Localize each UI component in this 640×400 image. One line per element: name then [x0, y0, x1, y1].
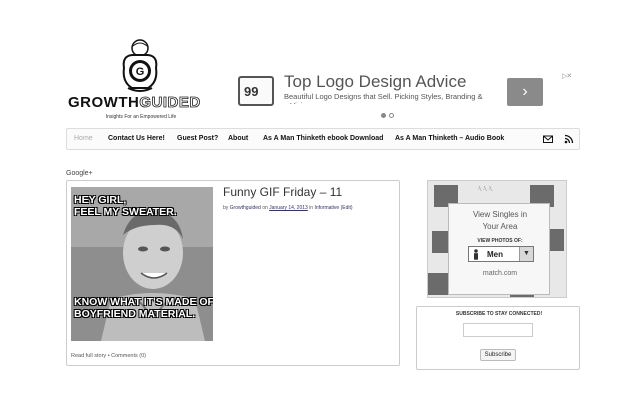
subscribe-widget: SUBSCRIBE TO STAY CONNECTED! Subscribe [416, 306, 580, 370]
rss-icon[interactable] [564, 134, 574, 144]
ad-dot[interactable] [389, 113, 394, 118]
meme-top-line-1: HEY GIRL, [74, 194, 127, 206]
post-title[interactable]: Funny GIF Friday – 11 [223, 185, 342, 199]
ad-banner[interactable]: 99 Top Logo Design Advice Beautiful Logo… [236, 70, 576, 118]
post-category-link[interactable]: Informative [314, 205, 339, 211]
nav-home[interactable]: Home [74, 135, 93, 142]
footer-separator: • [107, 353, 110, 359]
logo-word-secondary: GUIDED [139, 94, 201, 112]
meta-on: on [262, 205, 268, 211]
subscribe-button[interactable]: Subscribe [480, 349, 516, 361]
nav-ebook[interactable]: As A Man Thinketh ebook Download [263, 135, 383, 142]
meme-bottom-line-1: KNOW WHAT IT'S MADE OF? [74, 296, 213, 308]
meme-top-line-2: FEEL MY SWEATER. [74, 206, 177, 218]
email-field[interactable] [463, 323, 533, 337]
comments-link[interactable]: Comments (0) [111, 353, 146, 359]
nav-contact[interactable]: Contact Us Here! [108, 135, 165, 142]
post-edit-link[interactable]: (Edit) [341, 205, 353, 211]
ad-dot-active[interactable] [381, 113, 386, 118]
nav-about[interactable]: About [228, 135, 248, 142]
person-icon [474, 249, 478, 260]
post-date-link[interactable]: January 14, 2013 [269, 205, 308, 211]
nav-guest-post[interactable]: Guest Post? [177, 135, 218, 142]
post-card: HEY GIRL, FEEL MY SWEATER. KNOW WHAT IT'… [66, 180, 400, 366]
buddha-logo-icon: G [122, 39, 158, 92]
meta-by: by [223, 205, 229, 211]
logo-tagline: Insights For an Empowered Life [105, 114, 177, 120]
ad-close-icon[interactable]: ▷✕ [562, 72, 576, 80]
chevron-right-icon: › [522, 83, 528, 100]
chevron-down-icon[interactable]: ▼ [519, 247, 533, 261]
match-brand: match.com [482, 270, 518, 277]
meta-in: in [309, 205, 314, 211]
subscribe-heading: SUBSCRIBE TO STAY CONNECTED! [455, 311, 543, 317]
mail-icon[interactable] [543, 134, 553, 144]
logo-wordmark: GROWTHGUIDED [68, 94, 214, 112]
match-panel: View Singles in Your Area VIEW PHOTOS OF… [448, 203, 550, 295]
ad-title[interactable]: Top Logo Design Advice [284, 72, 466, 92]
main-nav: Home Contact Us Here! Guest Post? About … [66, 128, 580, 150]
post-footer: Read full story • Comments (0) [71, 353, 146, 359]
gender-select[interactable]: Men ▼ [468, 246, 534, 262]
gender-select-value: Men [487, 250, 503, 259]
match-line-1: View Singles in [472, 210, 528, 219]
ad-badge-text: 99 [244, 84, 259, 99]
read-more-link[interactable]: Read full story [71, 353, 106, 359]
site-logo[interactable]: G GROWTHGUIDED Insights For an Empowered… [68, 38, 214, 124]
google-plus-link[interactable]: Google+ [66, 170, 93, 177]
logo-word-primary: GROWTH [68, 94, 140, 111]
ad-next-button[interactable]: › [507, 78, 543, 106]
ad-description: Beautiful Logo Designs that Sell. Pickin… [284, 92, 483, 104]
nav-audiobook[interactable]: As A Man Thinketh – Audio Book [395, 135, 504, 142]
ad-badge-icon: 99 [238, 76, 274, 106]
match-ad[interactable]: ⲗⲗⲗ ⲗⲗ View Singles in Your Area VIEW PH… [427, 180, 567, 298]
meme-bottom-line-2: BOYFRIEND MATERIAL. [74, 308, 196, 320]
match-line-2: Your Area [482, 222, 518, 231]
pattern-icon: ⲗⲗⲗ [478, 185, 494, 192]
post-author-link[interactable]: Growthguided [230, 205, 261, 211]
post-meta: by Growthguided on January 14, 2013 in I… [223, 205, 353, 211]
logo-emblem-letter: G [136, 66, 145, 78]
ad-pagination[interactable] [381, 105, 397, 123]
post-image[interactable]: HEY GIRL, FEEL MY SWEATER. KNOW WHAT IT'… [71, 187, 213, 341]
view-photos-label: VIEW PHOTOS OF: [477, 238, 523, 244]
